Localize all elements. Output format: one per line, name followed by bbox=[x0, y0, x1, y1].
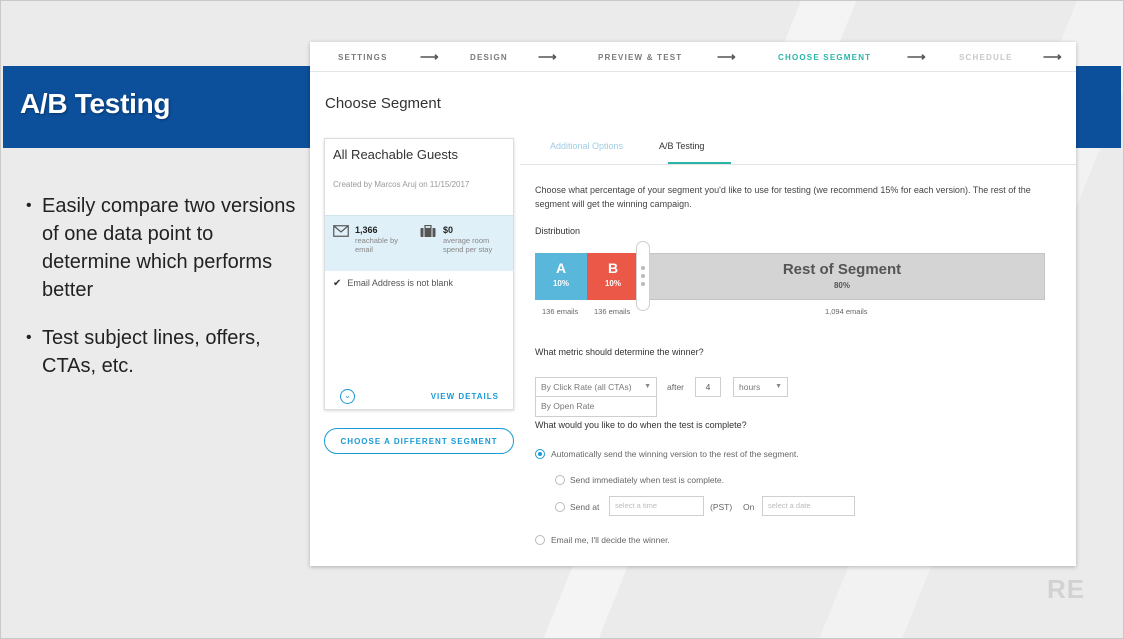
briefcase-icon bbox=[420, 225, 436, 237]
segment-b-percent: 10% bbox=[604, 279, 621, 288]
caret-down-icon: ▼ bbox=[775, 383, 782, 390]
arrow-right-icon: ⟶ bbox=[538, 49, 558, 64]
duration-unit-select[interactable]: hours ▼ bbox=[733, 377, 788, 397]
bullet-list: Easily compare two versions of one data … bbox=[26, 192, 306, 400]
bullet-item: Easily compare two versions of one data … bbox=[26, 192, 306, 304]
time-input[interactable]: select a time bbox=[609, 496, 704, 516]
grip-dot bbox=[641, 274, 645, 278]
page-title: Choose Segment bbox=[325, 95, 441, 112]
segment-created: Created by Marcos Aruj on 11/15/2017 bbox=[333, 180, 470, 189]
room-spend-label: average room spend per stay bbox=[443, 236, 493, 254]
send-at-label: Send at bbox=[570, 502, 600, 512]
metric-select-value: By Click Rate (all CTAs) bbox=[541, 382, 632, 392]
arrow-right-icon: ⟶ bbox=[1043, 49, 1063, 64]
segment-b-emails: 136 emails bbox=[594, 307, 631, 316]
segment-a-block: A 10% bbox=[535, 253, 587, 300]
segment-a-percent: 10% bbox=[552, 279, 569, 288]
arrow-right-icon: ⟶ bbox=[907, 49, 927, 64]
distribution-label: Distribution bbox=[535, 226, 581, 236]
metric-select[interactable]: By Click Rate (all CTAs) ▼ bbox=[535, 377, 657, 397]
stepper: SETTINGS ⟶ DESIGN ⟶ PREVIEW & TEST ⟶ CHO… bbox=[310, 42, 1076, 72]
distribution-bar: A 10% B 10% Rest of Segment 80% bbox=[535, 241, 1045, 311]
reachable-count: 1,366 bbox=[355, 225, 378, 235]
ab-intro-text: Choose what percentage of your segment y… bbox=[535, 185, 1031, 209]
auto-send-label: Automatically send the winning version t… bbox=[551, 449, 799, 459]
step-preview-test[interactable]: PREVIEW & TEST bbox=[598, 53, 682, 62]
auto-send-radio[interactable] bbox=[535, 449, 545, 459]
view-details-link[interactable]: VIEW DETAILS bbox=[431, 392, 499, 401]
send-immediately-label: Send immediately when test is complete. bbox=[570, 475, 725, 485]
segment-a-emails: 136 emails bbox=[542, 307, 579, 316]
after-label: after bbox=[667, 382, 685, 392]
timezone-label: (PST) bbox=[710, 502, 733, 512]
grip-dot bbox=[641, 266, 645, 270]
segment-stats: 1,366 reachable by email $0 average room… bbox=[325, 215, 513, 271]
choose-different-segment-button[interactable]: CHOOSE A DIFFERENT SEGMENT bbox=[324, 428, 514, 454]
distribution-drag-handle[interactable] bbox=[636, 241, 650, 311]
step-settings[interactable]: SETTINGS bbox=[338, 53, 388, 62]
rest-segment-name: Rest of Segment bbox=[782, 261, 902, 278]
checkmark-icon: ✔ bbox=[333, 278, 342, 289]
caret-down-icon: ▼ bbox=[644, 383, 651, 390]
bullet-item: Test subject lines, offers, CTAs, etc. bbox=[26, 324, 306, 380]
arrow-right-icon: ⟶ bbox=[420, 49, 440, 64]
app-window: SETTINGS ⟶ DESIGN ⟶ PREVIEW & TEST ⟶ CHO… bbox=[310, 42, 1076, 566]
segment-card: All Reachable Guests Created by Marcos A… bbox=[324, 138, 514, 410]
brand-logo: RE bbox=[1047, 574, 1086, 604]
email-me-radio[interactable] bbox=[535, 535, 545, 545]
segment-rule: ✔ Email Address is not blank bbox=[333, 278, 453, 289]
email-me-label: Email me, I'll decide the winner. bbox=[551, 535, 670, 545]
tab-ab-testing[interactable]: A/B Testing bbox=[659, 141, 704, 151]
metric-question: What metric should determine the winner? bbox=[535, 347, 704, 357]
rest-segment-emails: 1,094 emails bbox=[825, 307, 868, 316]
date-input[interactable]: select a date bbox=[762, 496, 855, 516]
chevron-down-icon[interactable]: ⌄ bbox=[340, 389, 355, 404]
send-at-radio[interactable] bbox=[555, 502, 565, 512]
rest-of-segment-block: Rest of Segment 80% bbox=[639, 253, 1045, 300]
tab-bar: Additional Options A/B Testing bbox=[520, 129, 1076, 165]
duration-input[interactable]: 4 bbox=[695, 377, 721, 397]
arrow-right-icon: ⟶ bbox=[717, 49, 737, 64]
step-design[interactable]: DESIGN bbox=[470, 53, 508, 62]
segment-b-name: B bbox=[607, 260, 619, 276]
grip-dot bbox=[641, 282, 645, 286]
segment-a-name: A bbox=[555, 260, 567, 276]
rest-segment-percent: 80% bbox=[833, 281, 850, 290]
step-choose-segment[interactable]: CHOOSE SEGMENT bbox=[778, 53, 871, 62]
room-spend-value: $0 bbox=[443, 225, 454, 235]
envelope-icon bbox=[333, 225, 349, 237]
send-immediately-radio[interactable] bbox=[555, 475, 565, 485]
segment-b-block: B 10% bbox=[587, 253, 639, 300]
metric-option-open-rate[interactable]: By Open Rate bbox=[535, 397, 657, 417]
active-tab-indicator bbox=[668, 162, 731, 164]
step-schedule: SCHEDULE bbox=[959, 53, 1013, 62]
reachable-label: reachable by email bbox=[355, 236, 398, 254]
complete-question: What would you like to do when the test … bbox=[535, 420, 747, 430]
slide-title: A/B Testing bbox=[20, 88, 171, 119]
segment-name: All Reachable Guests bbox=[333, 147, 459, 162]
on-label: On bbox=[743, 502, 755, 512]
tab-additional-options[interactable]: Additional Options bbox=[550, 141, 623, 151]
segment-rule-text: Email Address is not blank bbox=[347, 278, 453, 288]
duration-unit-value: hours bbox=[739, 382, 761, 392]
